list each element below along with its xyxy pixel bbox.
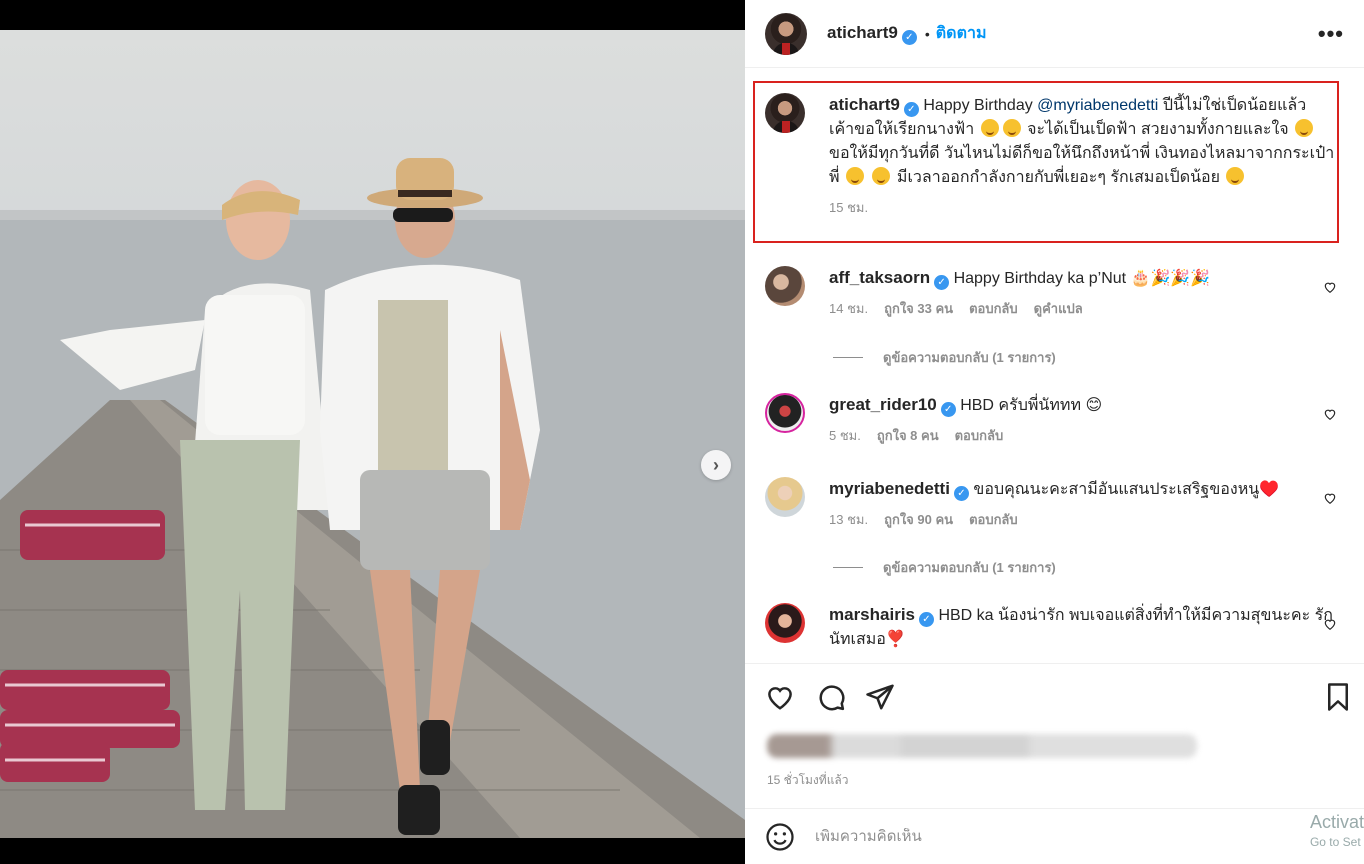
post-photo: › [0,30,745,838]
like-comment-icon[interactable] [1323,407,1337,421]
comment-username[interactable]: great_rider10 [829,395,937,414]
verified-badge-icon: ✓ [934,275,950,290]
commenter-avatar[interactable] [765,393,805,433]
comment-row: marshairis ✓ HBD ka น้องน่ารัก พบเจอแต่สิ… [765,603,1345,652]
view-replies-button[interactable]: ดูข้อความตอบกลับ (1 รายการ) [833,557,1056,578]
post-actions: 15 ชั่วโมงที่แล้ว [745,663,1364,808]
like-comment-icon[interactable] [1323,280,1337,294]
reply-button[interactable]: ตอบกลับ [955,424,1004,448]
reply-button[interactable]: ตอบกลับ [969,508,1018,532]
caption-time: 15 ชม. [829,200,869,215]
comment-username[interactable]: aff_taksaorn [829,268,930,287]
windows-activation-watermark: Activat Go to Set [1310,812,1364,852]
photo-illustration [0,158,745,838]
reply-button[interactable]: ตอบกลับ [969,297,1018,321]
translate-button[interactable]: ดูคำแปล [1034,297,1083,321]
sunglasses-face-icon [872,167,891,185]
separator-dot: • [924,25,930,42]
comment-likes[interactable]: ถูกใจ 90 คน [884,508,953,532]
author-avatar[interactable] [765,12,807,55]
caption-meta: 15 ชม. [829,196,1335,220]
watermark-line2: Go to Set [1309,835,1361,849]
comment-username[interactable]: marshairis [829,605,915,624]
comment-text: ขอบคุณนะคะสามีอันแสนประเสริฐของหนู♥️ [973,481,1280,498]
share-send-icon[interactable] [865,682,895,712]
comment-meta: 5 ชม. ถูกใจ 8 คน ตอบกลับ [829,424,1345,448]
comment-bubble-icon[interactable] [816,682,846,712]
commenter-avatar[interactable] [765,603,805,643]
post-sidebar: atichart9 ✓ • ติดตาม ••• atichart9 ✓ Happy… [745,0,1364,864]
liked-by-blurred [767,734,1197,758]
verified-badge-icon: ✓ [953,486,969,501]
tongue-face-icon [1226,167,1245,185]
comment-meta: 14 ชม. ถูกใจ 33 คน ตอบกลับ ดูคำแปล [829,297,1345,321]
verified-badge-icon: ✓ [940,402,956,417]
comment-text: Happy Birthday ka p’Nut 🎂🎉🎉🎉 [953,270,1211,287]
smirk-face-icon [1295,119,1314,137]
save-bookmark-icon[interactable] [1323,682,1353,712]
view-replies-button[interactable]: ดูข้อความตอบกลับ (1 รายการ) [833,347,1056,368]
comment-input[interactable] [815,828,1235,845]
comment-row: aff_taksaorn ✓ Happy Birthday ka p’Nut 🎂🎉… [765,266,1345,321]
verified-badge-icon: ✓ [901,29,917,45]
more-options-icon[interactable]: ••• [1318,21,1344,47]
next-slide-button[interactable]: › [701,450,731,480]
caption-text: Happy Birthday [923,97,1033,114]
caption-row: atichart9 ✓ Happy Birthday @myriabenedett… [765,93,1345,220]
like-comment-icon[interactable] [1323,617,1337,631]
watermark-line1: Activat [1309,812,1364,832]
comment-row: great_rider10 ✓ HBD ครับพี่นัททท 😊 5 ชม. … [765,393,1345,448]
comment-row: myriabenedetti ✓ ขอบคุณนะคะสามีอันแสนประเ… [765,477,1345,532]
kissing-face-icon [1002,119,1021,137]
commenter-avatar[interactable] [765,266,805,306]
caption-username[interactable]: atichart9 [829,95,900,114]
kissing-face-icon [980,119,999,137]
comment-likes[interactable]: ถูกใจ 8 คน [877,424,939,448]
follow-button[interactable]: ติดตาม [936,21,987,46]
emoji-picker-icon[interactable] [765,822,795,852]
caption-mention-link[interactable]: @myriabenedetti [1037,97,1158,114]
comment-username[interactable]: myriabenedetti [829,479,950,498]
comment-time: 5 ชม. [829,428,861,443]
comment-time: 14 ชม. [829,301,869,316]
caption-avatar[interactable] [765,93,805,133]
comment-likes[interactable]: ถูกใจ 33 คน [884,297,953,321]
verified-badge-icon: ✓ [919,612,934,627]
caption-text: จะได้เป็นเป็ดฟ้า สวยงามทั้งกายและใจ [1027,121,1289,138]
post-header: atichart9 ✓ • ติดตาม ••• [745,0,1364,68]
comment-time: 13 ชม. [829,512,869,527]
comments-list[interactable]: atichart9 ✓ Happy Birthday @myriabenedett… [745,69,1364,663]
like-heart-icon[interactable] [765,682,795,712]
post-time-ago: 15 ชั่วโมงที่แล้ว [767,773,849,787]
sweat-smile-icon [846,167,864,185]
like-comment-icon[interactable] [1323,491,1337,505]
verified-badge-icon: ✓ [903,102,919,117]
post-media: › [0,0,745,864]
commenter-avatar[interactable] [765,477,805,517]
comment-text: HBD ครับพี่นัททท 😊 [960,397,1103,414]
comment-meta: 13 ชม. ถูกใจ 90 คน ตอบกลับ [829,508,1345,532]
author-username[interactable]: atichart9 ✓ [827,23,917,45]
add-comment-bar [745,808,1364,864]
caption-text: มีเวลาออกกำลังกายกับพี่เยอะๆ รักเสมอเป็ด… [896,169,1221,186]
